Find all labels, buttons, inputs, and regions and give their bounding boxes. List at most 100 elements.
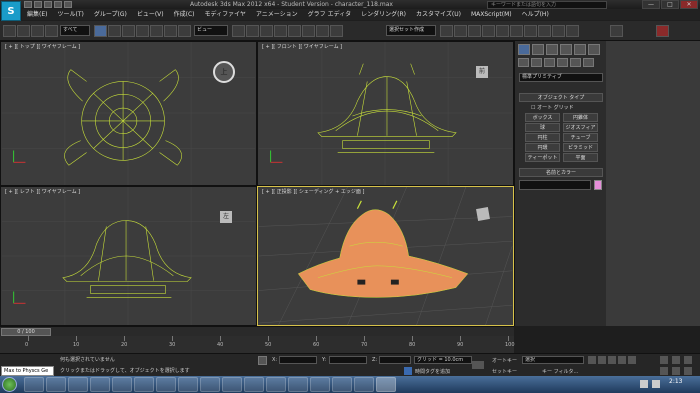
key-mode-select[interactable]: 選択 bbox=[522, 356, 584, 364]
maxscript-listener-input[interactable]: Max to Physcs Ge bbox=[1, 366, 54, 376]
menu-item[interactable]: MAXScript(M) bbox=[466, 9, 517, 20]
redo-icon[interactable] bbox=[64, 1, 72, 8]
select-object-icon[interactable] bbox=[94, 25, 107, 37]
object-type-button[interactable]: 球 bbox=[525, 123, 560, 132]
app-logo-button[interactable]: S bbox=[1, 1, 21, 21]
object-type-button[interactable]: 円錐体 bbox=[563, 113, 598, 122]
hierarchy-tab-icon[interactable] bbox=[546, 44, 558, 55]
material-editor-icon[interactable] bbox=[524, 25, 537, 37]
taskbar-app-icon[interactable] bbox=[68, 377, 88, 392]
taskbar-app-icon[interactable] bbox=[354, 377, 374, 392]
viewport-top[interactable]: [ + ][ トップ ][ ワイヤフレーム ] 上 bbox=[0, 41, 257, 186]
viewport-label[interactable]: [ + ][ フロント ][ ワイヤフレーム ] bbox=[262, 43, 342, 50]
curve-editor-icon[interactable] bbox=[496, 25, 509, 37]
taskbar-app-icon[interactable] bbox=[178, 377, 198, 392]
menu-item[interactable]: レンダリング(R) bbox=[356, 9, 411, 20]
time-slider[interactable]: 0 / 100 bbox=[0, 326, 514, 336]
motion-tab-icon[interactable] bbox=[560, 44, 572, 55]
menu-item[interactable]: 作成(C) bbox=[169, 9, 200, 20]
new-file-icon[interactable] bbox=[24, 1, 32, 8]
close-button[interactable]: ✕ bbox=[680, 0, 698, 9]
go-to-start-icon[interactable] bbox=[588, 356, 596, 364]
rotate-icon[interactable] bbox=[164, 25, 177, 37]
window-crossing-icon[interactable] bbox=[136, 25, 149, 37]
object-type-button[interactable]: ボックス bbox=[525, 113, 560, 122]
play-icon[interactable] bbox=[608, 356, 616, 364]
x-coordinate-input[interactable] bbox=[279, 356, 317, 364]
percent-snap-icon[interactable] bbox=[302, 25, 315, 37]
taskbar-app-icon[interactable] bbox=[112, 377, 132, 392]
next-frame-icon[interactable] bbox=[618, 356, 626, 364]
rectangle-selection-icon[interactable] bbox=[122, 25, 135, 37]
time-tag-icon[interactable] bbox=[404, 367, 412, 375]
redo-icon[interactable] bbox=[17, 25, 30, 37]
menu-item[interactable]: ヘルプ(H) bbox=[517, 9, 554, 20]
keyboard-shortcut-icon[interactable] bbox=[260, 25, 273, 37]
menu-item[interactable]: モディファイヤ bbox=[200, 9, 251, 20]
name-color-rollout-header[interactable]: 名前とカラー bbox=[519, 168, 603, 177]
taskbar-app-icon[interactable] bbox=[288, 377, 308, 392]
move-icon[interactable] bbox=[150, 25, 163, 37]
taskbar-app-icon[interactable] bbox=[266, 377, 286, 392]
taskbar-app-icon[interactable] bbox=[310, 377, 330, 392]
maximize-viewport-icon[interactable] bbox=[684, 367, 692, 375]
orbit-icon[interactable] bbox=[672, 367, 680, 375]
taskbar-app-icon[interactable] bbox=[134, 377, 154, 392]
taskbar-app-icon[interactable] bbox=[222, 377, 242, 392]
modify-tab-icon[interactable] bbox=[532, 44, 544, 55]
autogrid-checkbox[interactable]: ☐ オート グリッド bbox=[531, 104, 615, 111]
snap-toggle-icon[interactable] bbox=[274, 25, 287, 37]
start-button[interactable] bbox=[2, 377, 17, 392]
object-type-button[interactable]: 平面 bbox=[563, 153, 598, 162]
viewcube-icon[interactable]: 前 bbox=[476, 66, 488, 78]
object-type-button[interactable]: ジオスフィア bbox=[563, 123, 598, 132]
network-icon[interactable] bbox=[640, 380, 648, 388]
taskbar-3dsmax-icon[interactable] bbox=[376, 377, 396, 392]
viewport-label[interactable]: [ + ][ レフト ][ ワイヤフレーム ] bbox=[5, 188, 80, 195]
geometry-icon[interactable] bbox=[518, 58, 529, 67]
undo-icon[interactable] bbox=[54, 1, 62, 8]
viewport-front[interactable]: [ + ][ フロント ][ ワイヤフレーム ] 前 bbox=[257, 41, 514, 186]
maximize-button[interactable]: □ bbox=[661, 0, 679, 9]
track-bar[interactable]: 0 10 20 30 40 50 60 70 80 90 100 bbox=[0, 336, 515, 353]
undo-icon[interactable] bbox=[3, 25, 16, 37]
object-color-swatch[interactable] bbox=[594, 180, 602, 190]
render-setup-icon[interactable] bbox=[538, 25, 551, 37]
teapot-render-icon[interactable] bbox=[610, 25, 623, 37]
add-time-tag-button[interactable]: 時間タグを追加 bbox=[415, 368, 450, 375]
graphite-tools-icon[interactable] bbox=[482, 25, 495, 37]
taskbar-app-icon[interactable] bbox=[332, 377, 352, 392]
cameras-icon[interactable] bbox=[557, 58, 568, 67]
viewport-left[interactable]: [ + ][ レフト ][ ワイヤフレーム ] 左 bbox=[0, 186, 257, 326]
link-icon[interactable] bbox=[31, 25, 44, 37]
display-tab-icon[interactable] bbox=[574, 44, 586, 55]
layer-manager-icon[interactable] bbox=[468, 25, 481, 37]
volume-icon[interactable] bbox=[652, 380, 660, 388]
reference-coordinate-select[interactable]: ビュー bbox=[194, 25, 228, 36]
mirror-icon[interactable] bbox=[440, 25, 453, 37]
scale-icon[interactable] bbox=[178, 25, 191, 37]
pivot-icon[interactable] bbox=[232, 25, 245, 37]
time-slider-thumb[interactable]: 0 / 100 bbox=[1, 328, 51, 336]
object-name-input[interactable] bbox=[519, 180, 591, 190]
viewport-perspective[interactable]: [ + ][ 正投影 ][ シェーディング + エッジ面 ] bbox=[257, 186, 514, 326]
viewcube-icon[interactable]: 左 bbox=[220, 211, 232, 223]
utilities-tab-icon[interactable] bbox=[588, 44, 600, 55]
object-category-select[interactable]: 標準プリミティブ bbox=[519, 73, 603, 82]
menu-item[interactable]: ツール(T) bbox=[52, 9, 88, 20]
z-coordinate-input[interactable] bbox=[379, 356, 411, 364]
rendered-frame-window-icon[interactable] bbox=[552, 25, 565, 37]
schematic-view-icon[interactable] bbox=[510, 25, 523, 37]
open-file-icon[interactable] bbox=[34, 1, 42, 8]
y-coordinate-input[interactable] bbox=[329, 356, 367, 364]
menu-item[interactable]: 編集(E) bbox=[22, 9, 52, 20]
object-type-button[interactable]: 円柱 bbox=[525, 133, 560, 142]
taskbar-app-icon[interactable] bbox=[46, 377, 66, 392]
taskbar-app-icon[interactable] bbox=[200, 377, 220, 392]
minimize-button[interactable]: — bbox=[642, 0, 660, 9]
viewcube-icon[interactable]: 上 bbox=[213, 61, 235, 83]
select-by-name-icon[interactable] bbox=[108, 25, 121, 37]
go-to-end-icon[interactable] bbox=[628, 356, 636, 364]
zoom-extents-icon[interactable] bbox=[684, 356, 692, 364]
menu-item[interactable]: カスタマイズ(U) bbox=[411, 9, 466, 20]
